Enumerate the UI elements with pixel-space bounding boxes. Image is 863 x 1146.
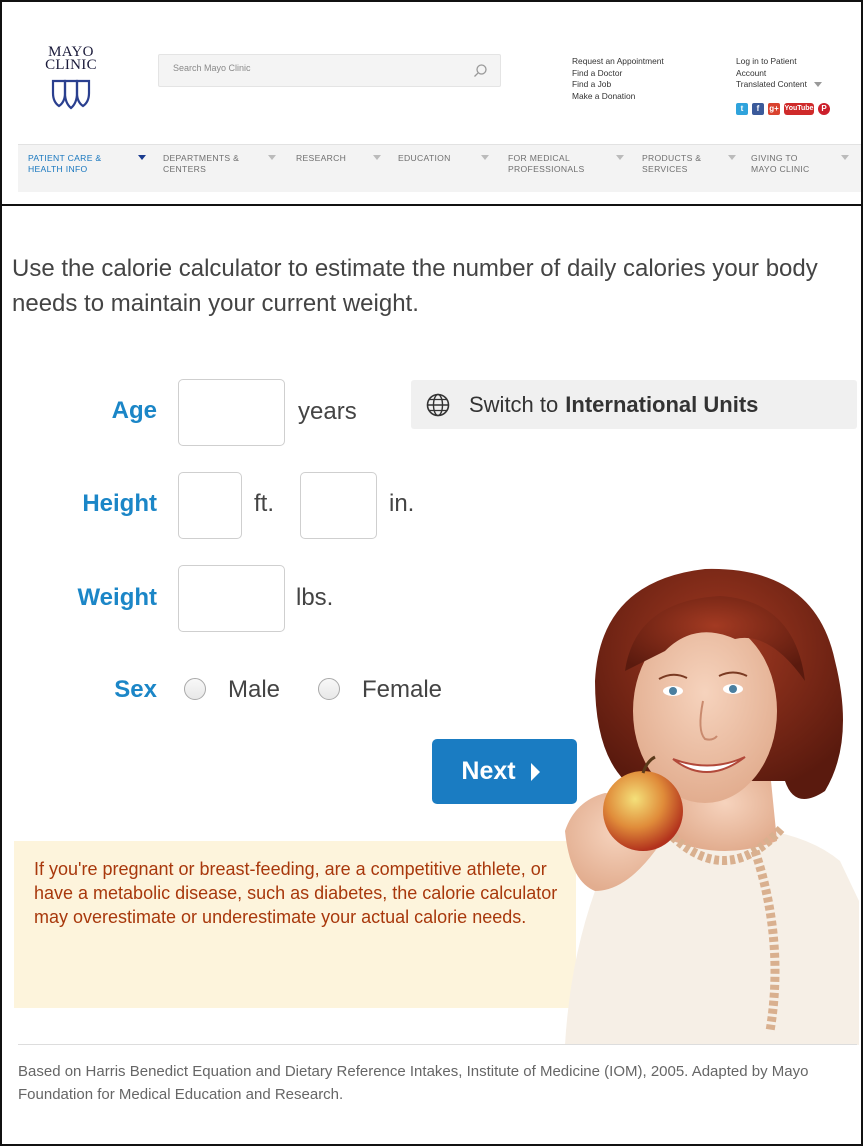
calculator-intro: Use the calorie calculator to estimate t… xyxy=(12,255,818,317)
chevron-down-icon xyxy=(616,155,624,160)
site-header: MAYO CLINIC Request an Appointment Find … xyxy=(2,2,861,206)
divider xyxy=(18,1044,857,1045)
request-appointment-link[interactable]: Request an Appointment xyxy=(572,56,664,68)
switch-units-button[interactable]: Switch to International Units xyxy=(411,380,857,429)
pinterest-icon[interactable]: P xyxy=(818,103,830,115)
weight-unit: lbs. xyxy=(296,584,334,611)
search-input[interactable] xyxy=(173,63,463,73)
switch-units-prefix: Switch to xyxy=(469,391,559,417)
nav-patient-care[interactable]: PATIENT CARE & HEALTH INFO xyxy=(28,153,146,175)
translated-content-label: Translated Content xyxy=(736,79,807,89)
search-bar[interactable] xyxy=(158,54,501,87)
facebook-icon[interactable]: f xyxy=(752,103,764,115)
chevron-down-icon xyxy=(268,155,276,160)
woman-with-apple-image xyxy=(565,568,859,1045)
disclaimer-notice: If you're pregnant or breast-feeding, ar… xyxy=(14,841,576,1008)
utility-links: Request an Appointment Find a Doctor Fin… xyxy=(572,56,664,102)
nav-education[interactable]: EDUCATION xyxy=(398,153,489,164)
weight-input[interactable] xyxy=(178,565,285,632)
shields-icon xyxy=(51,79,91,110)
height-label: Height xyxy=(82,490,157,517)
logo-text: MAYO CLINIC xyxy=(45,44,97,73)
account-links: Log in to Patient Account Translated Con… xyxy=(736,56,822,91)
google-plus-icon[interactable]: g+ xyxy=(768,103,780,115)
globe-icon xyxy=(426,393,450,416)
weight-label: Weight xyxy=(77,584,157,611)
chevron-down-icon xyxy=(728,155,736,160)
sex-label: Sex xyxy=(114,676,157,703)
nav-products-services[interactable]: PRODUCTS & SERVICES xyxy=(642,153,736,175)
next-button-label: Next xyxy=(461,757,516,785)
chevron-down-icon xyxy=(813,82,822,88)
male-radio-label[interactable]: Male xyxy=(228,676,280,704)
female-radio[interactable] xyxy=(318,678,340,700)
nav-giving[interactable]: GIVING TO MAYO CLINIC xyxy=(751,153,849,175)
find-doctor-link[interactable]: Find a Doctor xyxy=(572,68,664,80)
nav-departments[interactable]: DEPARTMENTS & CENTERS xyxy=(163,153,276,175)
translated-content-dropdown[interactable]: Translated Content xyxy=(736,79,822,91)
male-radio[interactable] xyxy=(184,678,206,700)
search-icon[interactable] xyxy=(472,63,488,79)
height-in-input[interactable] xyxy=(300,472,377,539)
chevron-down-icon xyxy=(373,155,381,160)
nav-medical-professionals[interactable]: FOR MEDICAL PROFESSIONALS xyxy=(508,153,624,175)
source-footnote: Based on Harris Benedict Equation and Di… xyxy=(18,1063,809,1103)
height-in-unit: in. xyxy=(389,490,415,517)
twitter-icon[interactable]: t xyxy=(736,103,748,115)
chevron-down-icon xyxy=(841,155,849,160)
nav-research[interactable]: RESEARCH xyxy=(296,153,381,164)
chevron-down-icon xyxy=(138,155,146,160)
patient-login-link[interactable]: Log in to Patient Account xyxy=(736,56,820,79)
chevron-right-icon xyxy=(530,762,540,781)
switch-units-bold: International Units xyxy=(565,391,759,417)
height-ft-unit: ft. xyxy=(254,490,275,517)
age-input[interactable] xyxy=(178,379,285,446)
main-nav: PATIENT CARE & HEALTH INFO DEPARTMENTS &… xyxy=(18,144,861,192)
height-ft-input[interactable] xyxy=(178,472,242,539)
chevron-down-icon xyxy=(481,155,489,160)
make-donation-link[interactable]: Make a Donation xyxy=(572,91,664,103)
find-job-link[interactable]: Find a Job xyxy=(572,79,664,91)
female-radio-label[interactable]: Female xyxy=(362,676,442,704)
age-label: Age xyxy=(111,397,157,424)
age-unit: years xyxy=(298,398,357,425)
youtube-icon[interactable]: YouTube xyxy=(784,103,814,115)
mayo-clinic-logo[interactable]: MAYO CLINIC xyxy=(26,44,116,112)
social-links: t f g+ YouTube P xyxy=(736,103,830,115)
